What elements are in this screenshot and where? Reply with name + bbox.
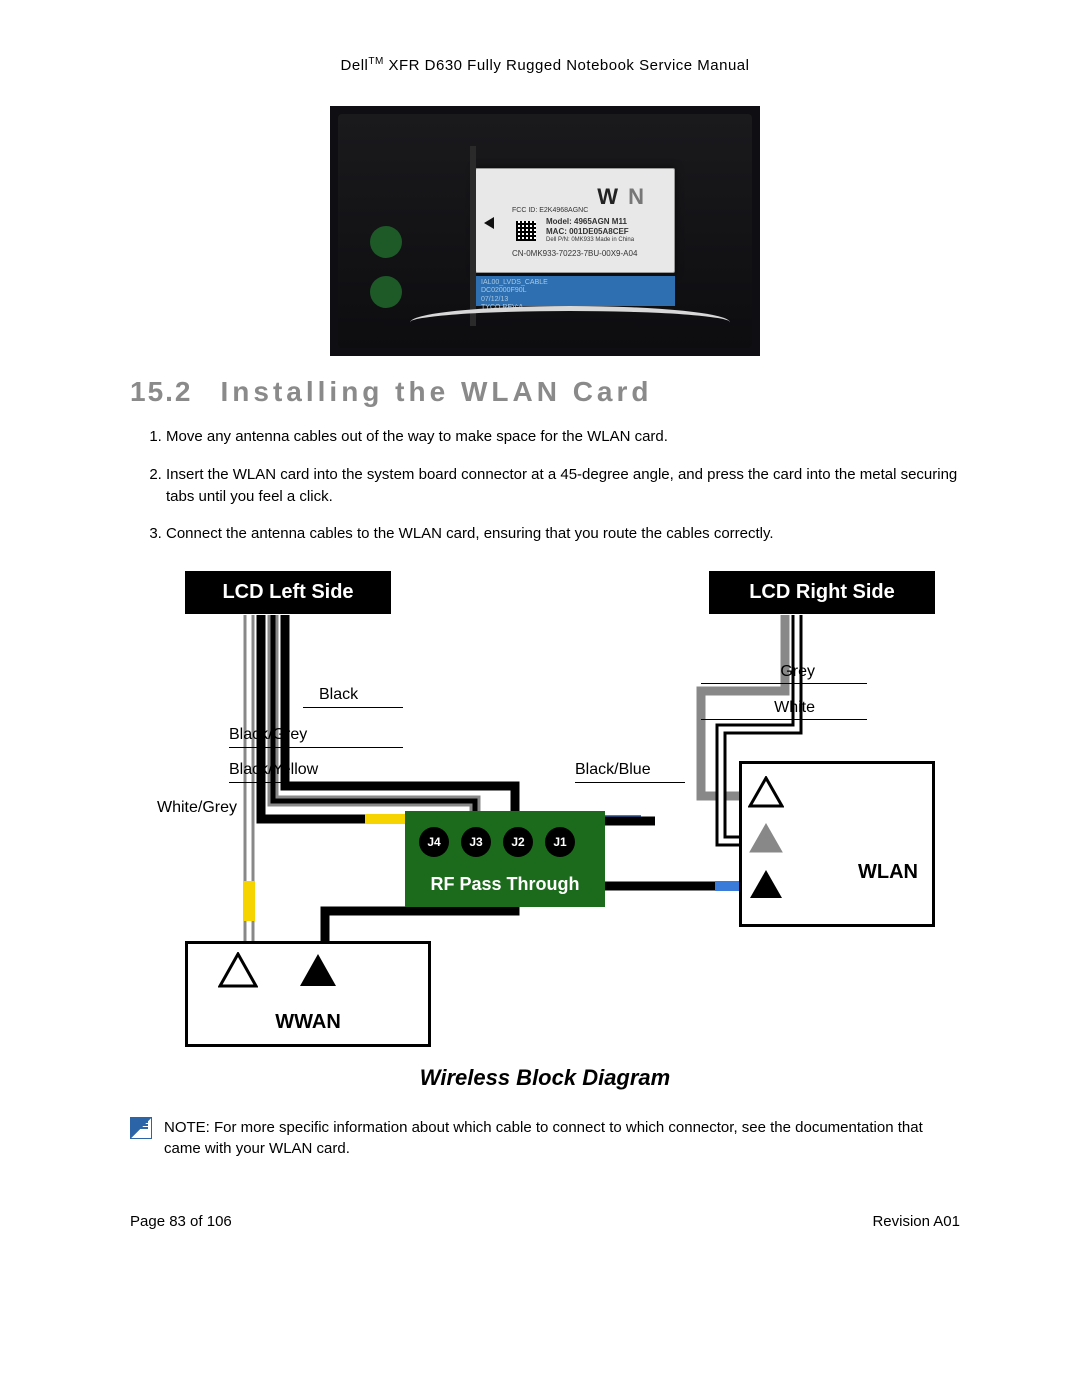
note-text: For more specific information about whic… — [164, 1119, 923, 1157]
step-item: Move any antenna cables out of the way t… — [166, 426, 960, 448]
lcd-left-label: LCD Left Side — [185, 571, 391, 614]
footer-page: Page 83 of 106 — [130, 1213, 232, 1230]
page-header: DellTM XFR D630 Fully Rugged Notebook Se… — [130, 56, 960, 74]
jack-j2: J2 — [503, 827, 533, 857]
jack-j3: J3 — [461, 827, 491, 857]
rf-passthrough-label: RF Pass Through — [405, 874, 605, 895]
diagram-caption: Wireless Block Diagram — [130, 1065, 960, 1091]
section-heading: 15.2 Installing the WLAN Card — [130, 376, 960, 408]
page-footer: Page 83 of 106 Revision A01 — [130, 1213, 960, 1230]
label-grey: Grey — [755, 663, 815, 681]
note-icon — [130, 1117, 152, 1139]
wlan-card-photo: W N FCC ID: E2K4968AGNC Model: 4965AGN M… — [330, 106, 760, 356]
label-white: White — [755, 699, 815, 717]
lcd-right-label: LCD Right Side — [709, 571, 935, 614]
label-black-yellow: Black/Yellow — [229, 761, 359, 779]
wwan-box: WWAN — [185, 941, 431, 1047]
step-item: Connect the antenna cables to the WLAN c… — [166, 523, 960, 545]
jack-j1: J1 — [545, 827, 575, 857]
step-item: Insert the WLAN card into the system boa… — [166, 464, 960, 508]
section-number: 15.2 — [130, 376, 193, 407]
note: NOTE: For more specific information abou… — [130, 1117, 960, 1159]
wlan-box: WLAN — [739, 761, 935, 927]
rf-passthrough-box: J4 J3 J2 J1 RF Pass Through — [405, 811, 605, 907]
note-prefix: NOTE: — [164, 1119, 210, 1136]
label-black: Black — [319, 686, 379, 704]
section-title: Installing the WLAN Card — [221, 376, 653, 407]
lvds-cable-label: IAL00_LVDS_CABLE DC02000F90L 07/12/13 TY… — [475, 276, 675, 306]
wlan-card-label: W N FCC ID: E2K4968AGNC Model: 4965AGN M… — [475, 168, 675, 273]
header-brand: Dell — [341, 57, 369, 74]
wwan-label: WWAN — [188, 1011, 428, 1034]
header-tm: TM — [368, 56, 383, 67]
wlan-label: WLAN — [858, 861, 918, 884]
jack-j4: J4 — [419, 827, 449, 857]
label-black-grey: Black/Grey — [229, 726, 339, 744]
header-rest: XFR D630 Fully Rugged Notebook Service M… — [384, 57, 750, 74]
label-white-grey: White/Grey — [137, 799, 237, 817]
label-black-blue: Black/Blue — [575, 761, 685, 779]
install-steps: Move any antenna cables out of the way t… — [130, 426, 960, 545]
wireless-block-diagram: LCD Left Side LCD Right Side Black Black… — [155, 571, 935, 1051]
footer-revision: Revision A01 — [872, 1213, 960, 1230]
